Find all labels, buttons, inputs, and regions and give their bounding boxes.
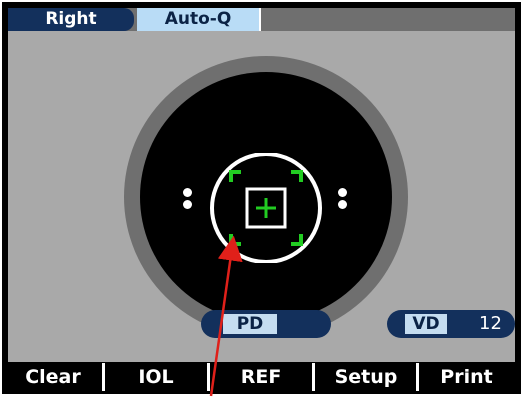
annotation-arrow	[209, 235, 243, 397]
